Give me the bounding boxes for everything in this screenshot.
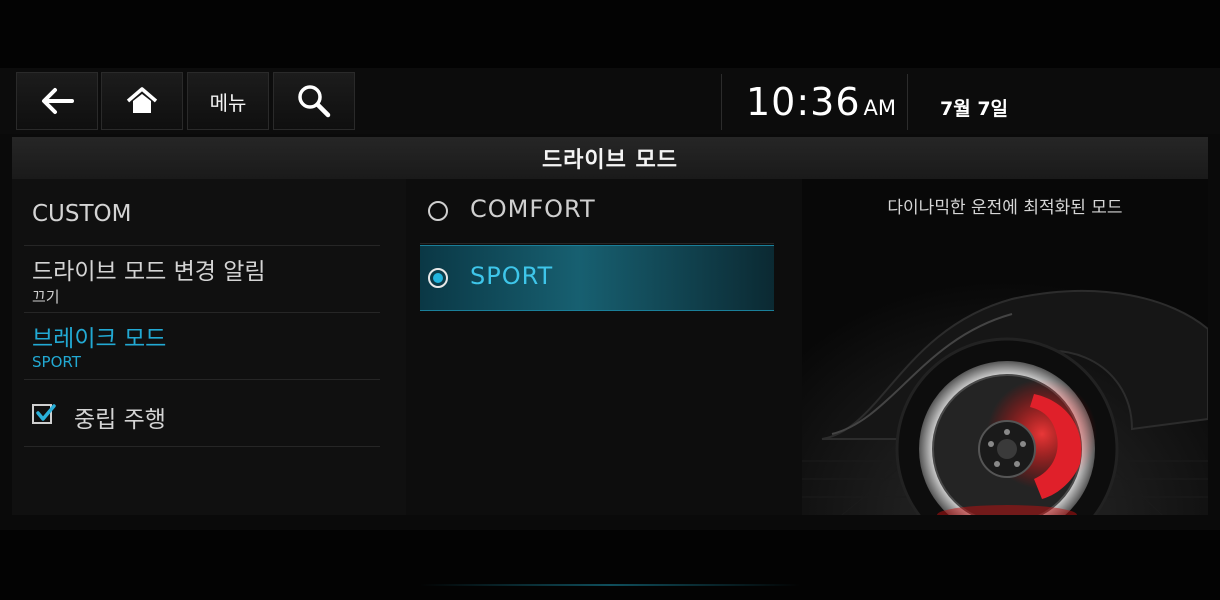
sport-radio[interactable] [428,268,448,288]
drive-mode-alert-value: 끄기 [32,288,60,306]
option-sport-label: SPORT [470,262,554,290]
neutral-driving-label: 중립 주행 [74,407,166,433]
custom-row[interactable]: CUSTOM [24,179,380,246]
search-icon [298,85,331,118]
screen: 메뉴 10:36 AM 7월 7일 드라이브 모드 CUSTOM 드라이브 모드 … [0,68,1220,586]
clock: 10:36 AM [746,82,896,128]
bottom-accent-line [420,584,800,586]
back-arrow-icon [42,88,74,114]
comfort-radio[interactable] [428,201,448,221]
date-label: 7월 7일 [940,98,1009,120]
divider [721,74,722,130]
menu-label: 메뉴 [209,90,247,115]
page-title: 드라이브 모드 [541,148,679,173]
back-button[interactable] [16,72,98,130]
mode-options-panel: COMFORT SPORT [406,179,802,515]
option-sport[interactable]: SPORT [420,245,774,311]
mode-description: 다이나믹한 운전에 최적화된 모드 [887,198,1123,218]
settings-panel: CUSTOM 드라이브 모드 변경 알림 끄기 브레이크 모드 SPORT 중립… [12,179,406,515]
neutral-driving-row[interactable]: 중립 주행 [24,380,380,447]
car-wheel-illustration [802,179,1208,515]
drive-mode-alert-title: 드라이브 모드 변경 알림 [32,259,266,285]
mode-preview-panel: 다이나믹한 운전에 최적화된 모드 [802,179,1208,515]
drive-mode-alert-row[interactable]: 드라이브 모드 변경 알림 끄기 [24,246,380,313]
search-button[interactable] [273,72,355,130]
brake-mode-title: 브레이크 모드 [32,326,167,352]
option-comfort-label: COMFORT [470,195,596,223]
neutral-driving-checkbox[interactable] [32,404,56,424]
clock-time: 10:36 [746,80,861,124]
divider [907,74,908,130]
brake-mode-value: SPORT [32,353,81,371]
custom-label: CUSTOM [32,201,132,227]
menu-button[interactable]: 메뉴 [187,72,269,130]
home-icon [126,87,158,113]
option-comfort[interactable]: COMFORT [420,179,774,244]
clock-ampm: AM [863,96,896,120]
top-bar: 메뉴 10:36 AM 7월 7일 [0,68,1220,134]
page-title-bar: 드라이브 모드 [12,137,1208,179]
home-button[interactable] [101,72,183,130]
brake-mode-row[interactable]: 브레이크 모드 SPORT [24,313,380,380]
checkmark-icon [36,404,56,421]
